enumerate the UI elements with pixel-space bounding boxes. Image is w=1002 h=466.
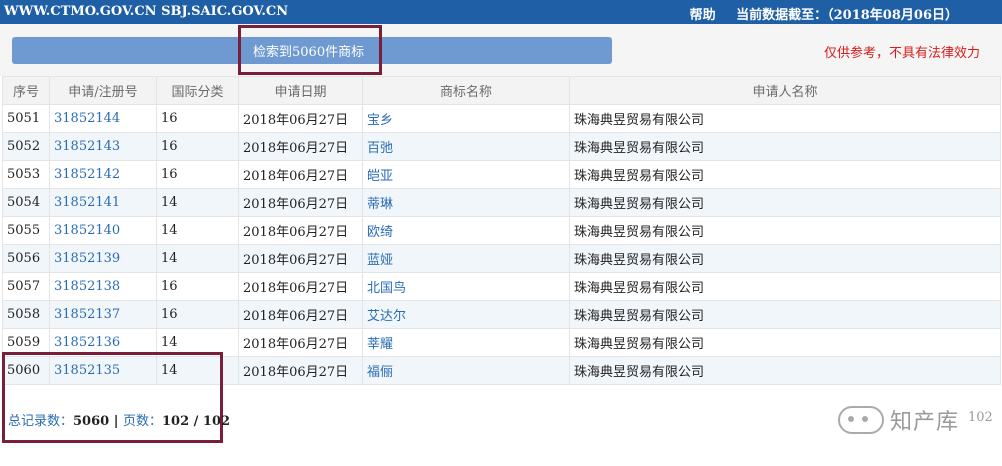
cell-seq: 5055 (2, 216, 50, 245)
cell-class: 16 (156, 104, 239, 133)
table-row: 5054 31852141 14 2018年06月27日 蒂琳 珠海典昱贸易有限… (2, 188, 1001, 217)
search-result-bar: 检索到5060件商标 仅供参考，不具有法律效力 (0, 24, 1002, 76)
cell-applicant: 珠海典昱贸易有限公司 (569, 188, 1001, 217)
cell-date: 2018年06月27日 (238, 244, 363, 273)
table-row: 5051 31852144 16 2018年06月27日 宝乡 珠海典昱贸易有限… (2, 104, 1001, 133)
total-records-value: 5060 (73, 414, 110, 429)
cell-applicant: 珠海典昱贸易有限公司 (569, 160, 1001, 189)
cell-applicant: 珠海典昱贸易有限公司 (569, 272, 1001, 301)
cell-name-link[interactable]: 皑亚 (362, 160, 570, 189)
cell-name-link[interactable]: 莘耀 (362, 328, 570, 357)
cell-seq: 5057 (2, 272, 50, 301)
page-number-hint: 102 (968, 410, 993, 425)
cell-date: 2018年06月27日 (238, 104, 363, 133)
table-row: 5058 31852137 16 2018年06月27日 艾达尔 珠海典昱贸易有… (2, 300, 1001, 329)
cell-seq: 5053 (2, 160, 50, 189)
cell-date: 2018年06月27日 (238, 272, 363, 301)
cell-class: 14 (156, 188, 239, 217)
cell-seq: 5058 (2, 300, 50, 329)
cell-reg-link[interactable]: 31852144 (49, 104, 157, 133)
help-link[interactable]: 帮助 (690, 8, 716, 23)
col-header-seq: 序号 (2, 76, 50, 105)
cell-class: 16 (156, 132, 239, 161)
cell-reg-link[interactable]: 31852138 (49, 272, 157, 301)
cell-class: 14 (156, 216, 239, 245)
cell-date: 2018年06月27日 (238, 216, 363, 245)
cell-class: 16 (156, 160, 239, 189)
cell-date: 2018年06月27日 (238, 132, 363, 161)
cell-reg-link[interactable]: 31852139 (49, 244, 157, 273)
cell-name-link[interactable]: 欧绮 (362, 216, 570, 245)
cell-applicant: 珠海典昱贸易有限公司 (569, 104, 1001, 133)
pages-label: 页数： (122, 414, 162, 429)
cell-name-link[interactable]: 蓝娅 (362, 244, 570, 273)
cell-reg-link[interactable]: 31852143 (49, 132, 157, 161)
footer-separator: | (109, 414, 123, 429)
cell-seq: 5054 (2, 188, 50, 217)
cell-class: 14 (156, 244, 239, 273)
col-header-applicant: 申请人名称 (569, 76, 1001, 105)
cell-date: 2018年06月27日 (238, 300, 363, 329)
cell-applicant: 珠海典昱贸易有限公司 (569, 132, 1001, 161)
highlight-box-result (238, 25, 382, 75)
cell-reg-link[interactable]: 31852142 (49, 160, 157, 189)
table-row: 5057 31852138 16 2018年06月27日 北国鸟 珠海典昱贸易有… (2, 272, 1001, 301)
cell-applicant: 珠海典昱贸易有限公司 (569, 328, 1001, 357)
disclaimer-text: 仅供参考，不具有法律效力 (824, 46, 981, 61)
trademark-table: 序号 申请/注册号 国际分类 申请日期 商标名称 申请人名称 5051 3185… (2, 76, 1001, 385)
cell-name-link[interactable]: 艾达尔 (362, 300, 570, 329)
site-urls: WWW.CTMO.GOV.CN SBJ.SAIC.GOV.CN (4, 4, 289, 19)
cell-name-link[interactable]: 福俪 (362, 356, 570, 385)
table-row: 5055 31852140 14 2018年06月27日 欧绮 珠海典昱贸易有限… (2, 216, 1001, 245)
table-row: 5052 31852143 16 2018年06月27日 百弛 珠海典昱贸易有限… (2, 132, 1001, 161)
col-header-date: 申请日期 (238, 76, 363, 105)
cell-seq: 5056 (2, 244, 50, 273)
cell-applicant: 珠海典昱贸易有限公司 (569, 356, 1001, 385)
col-header-reg: 申请/注册号 (49, 76, 157, 105)
table-row: 5053 31852142 16 2018年06月27日 皑亚 珠海典昱贸易有限… (2, 160, 1001, 189)
table-header-row: 序号 申请/注册号 国际分类 申请日期 商标名称 申请人名称 (2, 76, 1001, 105)
cell-applicant: 珠海典昱贸易有限公司 (569, 244, 1001, 273)
wechat-icon (838, 406, 884, 434)
cell-applicant: 珠海典昱贸易有限公司 (569, 216, 1001, 245)
cell-applicant: 珠海典昱贸易有限公司 (569, 300, 1001, 329)
col-header-name: 商标名称 (362, 76, 570, 105)
table-row: 5056 31852139 14 2018年06月27日 蓝娅 珠海典昱贸易有限… (2, 244, 1001, 273)
cell-class: 16 (156, 272, 239, 301)
highlight-box-footer (2, 352, 223, 443)
pages-value: 102 / 102 (162, 414, 231, 429)
watermark: 知产库 102 (838, 402, 993, 436)
data-as-of: 当前数据截至：（2018年08月06日） (736, 8, 958, 23)
cell-seq: 5052 (2, 132, 50, 161)
top-right-info: 帮助 当前数据截至：（2018年08月06日） (690, 4, 958, 23)
cell-date: 2018年06月27日 (238, 356, 363, 385)
cell-name-link[interactable]: 宝乡 (362, 104, 570, 133)
cell-date: 2018年06月27日 (238, 328, 363, 357)
pagination-summary: 总记录数：5060 | 页数：102 / 102 (8, 410, 230, 429)
cell-name-link[interactable]: 北国鸟 (362, 272, 570, 301)
top-bar: WWW.CTMO.GOV.CN SBJ.SAIC.GOV.CN 帮助 当前数据截… (0, 0, 1002, 24)
cell-reg-link[interactable]: 31852141 (49, 188, 157, 217)
cell-class: 16 (156, 300, 239, 329)
cell-date: 2018年06月27日 (238, 160, 363, 189)
cell-seq: 5051 (2, 104, 50, 133)
cell-name-link[interactable]: 百弛 (362, 132, 570, 161)
watermark-text: 知产库 (890, 410, 960, 435)
cell-date: 2018年06月27日 (238, 188, 363, 217)
cell-reg-link[interactable]: 31852137 (49, 300, 157, 329)
cell-reg-link[interactable]: 31852140 (49, 216, 157, 245)
cell-name-link[interactable]: 蒂琳 (362, 188, 570, 217)
total-records-label: 总记录数： (8, 414, 74, 429)
col-header-class: 国际分类 (156, 76, 239, 105)
